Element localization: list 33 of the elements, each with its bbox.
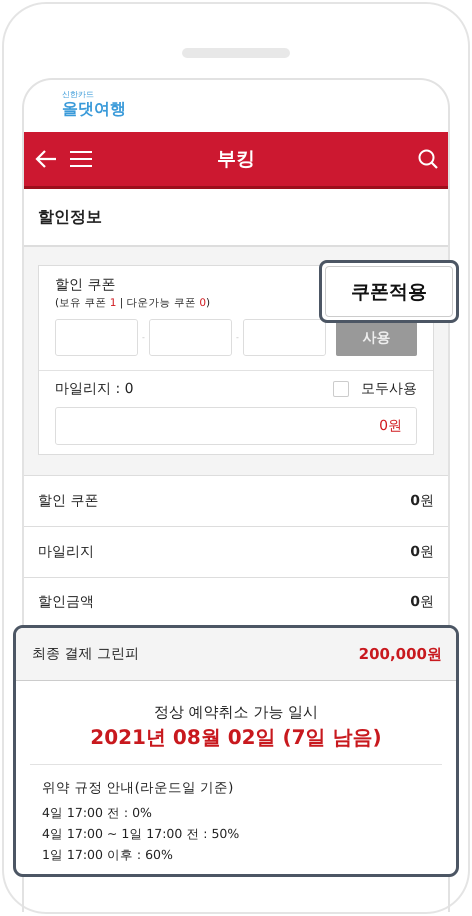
coupon-code-field[interactable] xyxy=(149,319,232,356)
dash-separator: - xyxy=(141,333,146,342)
policy-line: 1일 17:00 이후 : 60% xyxy=(42,846,173,864)
section-title: 할인정보 xyxy=(38,206,102,228)
summary-amount: 0원 xyxy=(410,492,434,510)
coupon-count-text: (보유 쿠폰 1 | 다운가능 쿠폰 0) xyxy=(55,296,210,310)
back-arrow-icon[interactable] xyxy=(34,149,58,169)
policy-line: 4일 17:00 전 : 0% xyxy=(42,804,152,822)
coupon-code-field[interactable] xyxy=(243,319,326,356)
use-all-checkbox[interactable] xyxy=(333,381,349,397)
cancel-deadline-date: 2021년 08월 02일 (7일 남음) xyxy=(90,724,382,751)
summary-label: 할인 쿠폰 xyxy=(38,492,98,510)
summary-amount: 0원 xyxy=(410,592,434,610)
final-payment-amount: 200,000원 xyxy=(358,644,442,664)
cancel-deadline-title: 정상 예약취소 가능 일시 xyxy=(154,703,318,722)
summary-label: 마일리지 xyxy=(38,543,94,561)
mileage-amount-field[interactable]: 0원 xyxy=(55,407,417,445)
coupon-code-field[interactable] xyxy=(55,319,138,356)
dash-separator: - xyxy=(235,333,240,342)
logo-text: 올댓여행 xyxy=(62,99,126,118)
summary-amount: 0원 xyxy=(410,543,434,561)
coupon-apply-button[interactable]: 쿠폰적용 xyxy=(325,266,453,317)
coupon-label: 할인 쿠폰 xyxy=(55,276,116,294)
summary-label: 할인금액 xyxy=(38,592,94,610)
search-icon[interactable] xyxy=(418,149,438,169)
menu-icon[interactable] xyxy=(70,150,92,168)
policy-line: 4일 17:00 ~ 1일 17:00 전 : 50% xyxy=(42,825,240,843)
logo-subtitle: 신한카드 xyxy=(62,90,94,99)
final-payment-label: 최종 결제 그린피 xyxy=(32,645,139,663)
mileage-label: 마일리지 : 0 xyxy=(55,380,134,398)
use-all-label[interactable]: 모두사용 xyxy=(361,380,417,398)
page-title: 부킹 xyxy=(217,147,255,172)
policy-title: 위약 규정 안내(라운드일 기준) xyxy=(42,779,234,797)
